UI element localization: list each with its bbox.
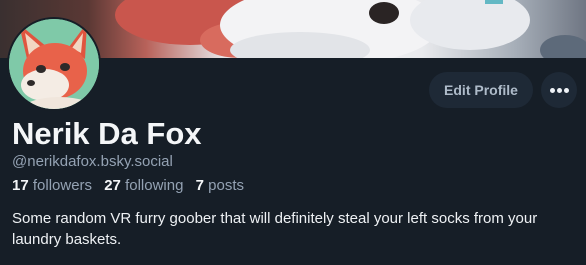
avatar[interactable]: [7, 17, 101, 111]
followers-label: followers: [32, 177, 93, 194]
more-options-button[interactable]: [541, 72, 577, 108]
following-count: 27: [104, 177, 121, 194]
ellipsis-icon: [557, 88, 562, 93]
posts-label: posts: [208, 177, 244, 194]
followers-count: 17: [12, 177, 29, 194]
ellipsis-icon: [550, 88, 555, 93]
ellipsis-icon: [564, 88, 569, 93]
followers-link[interactable]: 17 followers: [12, 177, 92, 194]
profile-header: Edit Profile Nerik Da Fox @nerikdafox.bs…: [0, 0, 586, 265]
following-label: following: [125, 177, 184, 194]
following-link[interactable]: 27 following: [104, 177, 183, 194]
edit-profile-button[interactable]: Edit Profile: [429, 72, 533, 108]
posts-count-group: 7 posts: [196, 177, 244, 194]
profile-bio: Some random VR furry goober that will de…: [12, 210, 538, 248]
profile-handle: @nerikdafox.bsky.social: [12, 153, 173, 170]
posts-count: 7: [195, 177, 204, 194]
display-name: Nerik Da Fox: [12, 116, 202, 151]
profile-stats: 17 followers 27 following 7 posts: [12, 176, 252, 196]
